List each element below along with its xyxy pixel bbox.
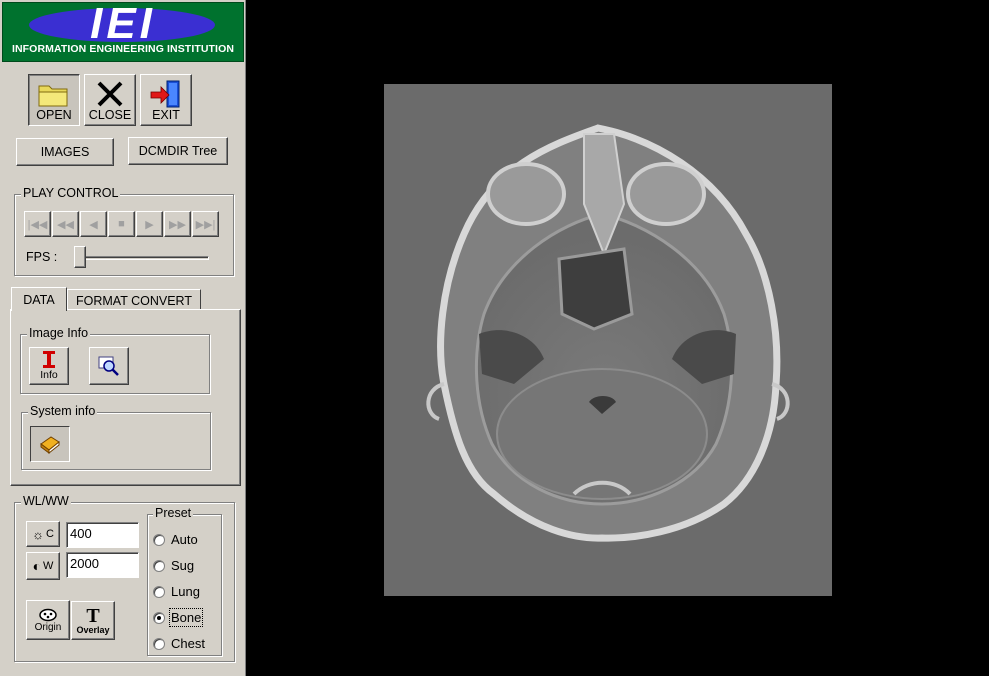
book-icon bbox=[40, 436, 60, 454]
mri-scan-image[interactable] bbox=[384, 84, 832, 596]
radio-lung[interactable] bbox=[153, 585, 165, 598]
logo-caption: INFORMATION ENGINEERING INSTITUTION bbox=[11, 43, 235, 55]
contrast-w-button[interactable]: ◐ W bbox=[26, 552, 60, 580]
stop-icon: ■ bbox=[118, 218, 125, 230]
logo-letters: IEI bbox=[90, 2, 156, 48]
fast-rewind-button[interactable]: ◀◀ bbox=[52, 211, 79, 237]
preset-chest-label: Chest bbox=[171, 636, 205, 651]
images-button[interactable]: IMAGES bbox=[16, 138, 114, 166]
preset-bone-label: Bone bbox=[168, 608, 204, 627]
preset-auto[interactable]: Auto bbox=[153, 532, 198, 547]
window-width-input[interactable]: 2000 bbox=[66, 552, 139, 578]
system-info-title: System info bbox=[28, 404, 98, 418]
tab-data[interactable]: DATA bbox=[11, 287, 67, 311]
window-center-input[interactable]: 400 bbox=[66, 522, 139, 548]
fast-rewind-icon: ◀◀ bbox=[57, 218, 74, 231]
radio-sug[interactable] bbox=[153, 559, 165, 572]
skip-end-icon: ▶▶| bbox=[195, 218, 216, 231]
fast-forward-icon: ▶▶ bbox=[169, 218, 186, 231]
preset-lung[interactable]: Lung bbox=[153, 584, 200, 599]
system-info-button[interactable] bbox=[30, 426, 70, 462]
fps-slider-thumb[interactable] bbox=[74, 246, 86, 268]
close-button[interactable]: CLOSE bbox=[84, 74, 136, 126]
preset-chest[interactable]: Chest bbox=[153, 636, 205, 651]
brightness-c-button[interactable]: ☼ C bbox=[26, 521, 60, 547]
fps-slider-track[interactable] bbox=[76, 256, 209, 260]
skip-start-icon: |◀◀ bbox=[27, 218, 48, 231]
radio-auto[interactable] bbox=[153, 533, 165, 546]
preset-sug[interactable]: Sug bbox=[153, 558, 194, 573]
radio-chest[interactable] bbox=[153, 637, 165, 650]
info-label: Info bbox=[40, 369, 58, 381]
preset-auto-label: Auto bbox=[171, 532, 198, 547]
contrast-icon: ◐ bbox=[32, 558, 42, 574]
magnify-button[interactable] bbox=[89, 347, 129, 385]
exit-label: EXIT bbox=[152, 108, 180, 122]
sun-icon: ☼ bbox=[32, 526, 44, 542]
origin-button[interactable]: Origin bbox=[26, 600, 70, 640]
preset-lung-label: Lung bbox=[171, 584, 200, 599]
origin-label: Origin bbox=[34, 621, 62, 633]
folder-icon bbox=[29, 79, 79, 109]
first-frame-button[interactable]: |◀◀ bbox=[24, 211, 51, 237]
overlay-button[interactable]: T Overlay bbox=[71, 601, 115, 640]
previous-frame-button[interactable]: ◀ bbox=[80, 211, 107, 237]
info-button[interactable]: Info bbox=[29, 347, 69, 385]
c-label: C bbox=[45, 528, 54, 540]
magnifier-icon bbox=[98, 356, 119, 376]
exit-button[interactable]: EXIT bbox=[140, 74, 192, 126]
play-control-title: PLAY CONTROL bbox=[21, 186, 121, 200]
info-i-icon bbox=[43, 351, 55, 368]
open-label: OPEN bbox=[36, 108, 72, 122]
fps-label: FPS : bbox=[26, 250, 58, 264]
radio-bone[interactable] bbox=[153, 611, 165, 624]
overlay-label: Overlay bbox=[76, 624, 110, 635]
previous-icon: ◀ bbox=[89, 218, 98, 231]
iei-logo: IEI INFORMATION ENGINEERING INSTITUTION bbox=[2, 2, 244, 62]
preset-bone[interactable]: Bone bbox=[153, 608, 204, 627]
play-button[interactable]: ▶ bbox=[136, 211, 163, 237]
preset-sug-label: Sug bbox=[171, 558, 195, 573]
dcmdir-tree-button[interactable]: DCMDIR Tree bbox=[128, 137, 228, 165]
tab-format-convert[interactable]: FORMAT CONVERT bbox=[67, 289, 201, 311]
close-x-icon bbox=[85, 79, 135, 109]
text-t-icon: T bbox=[86, 604, 100, 627]
stop-button[interactable]: ■ bbox=[108, 211, 135, 237]
control-panel: IEI INFORMATION ENGINEERING INSTITUTION … bbox=[0, 0, 246, 676]
exit-door-icon bbox=[141, 79, 191, 109]
fast-forward-button[interactable]: ▶▶ bbox=[164, 211, 191, 237]
image-info-title: Image Info bbox=[27, 326, 91, 340]
open-button[interactable]: OPEN bbox=[28, 74, 80, 126]
last-frame-button[interactable]: ▶▶| bbox=[192, 211, 219, 237]
origin-icon bbox=[39, 608, 57, 621]
play-icon: ▶ bbox=[145, 218, 154, 231]
w-label: W bbox=[43, 560, 54, 572]
close-label: CLOSE bbox=[88, 108, 132, 122]
wlww-title: WL/WW bbox=[21, 494, 71, 508]
preset-title: Preset bbox=[153, 506, 194, 520]
